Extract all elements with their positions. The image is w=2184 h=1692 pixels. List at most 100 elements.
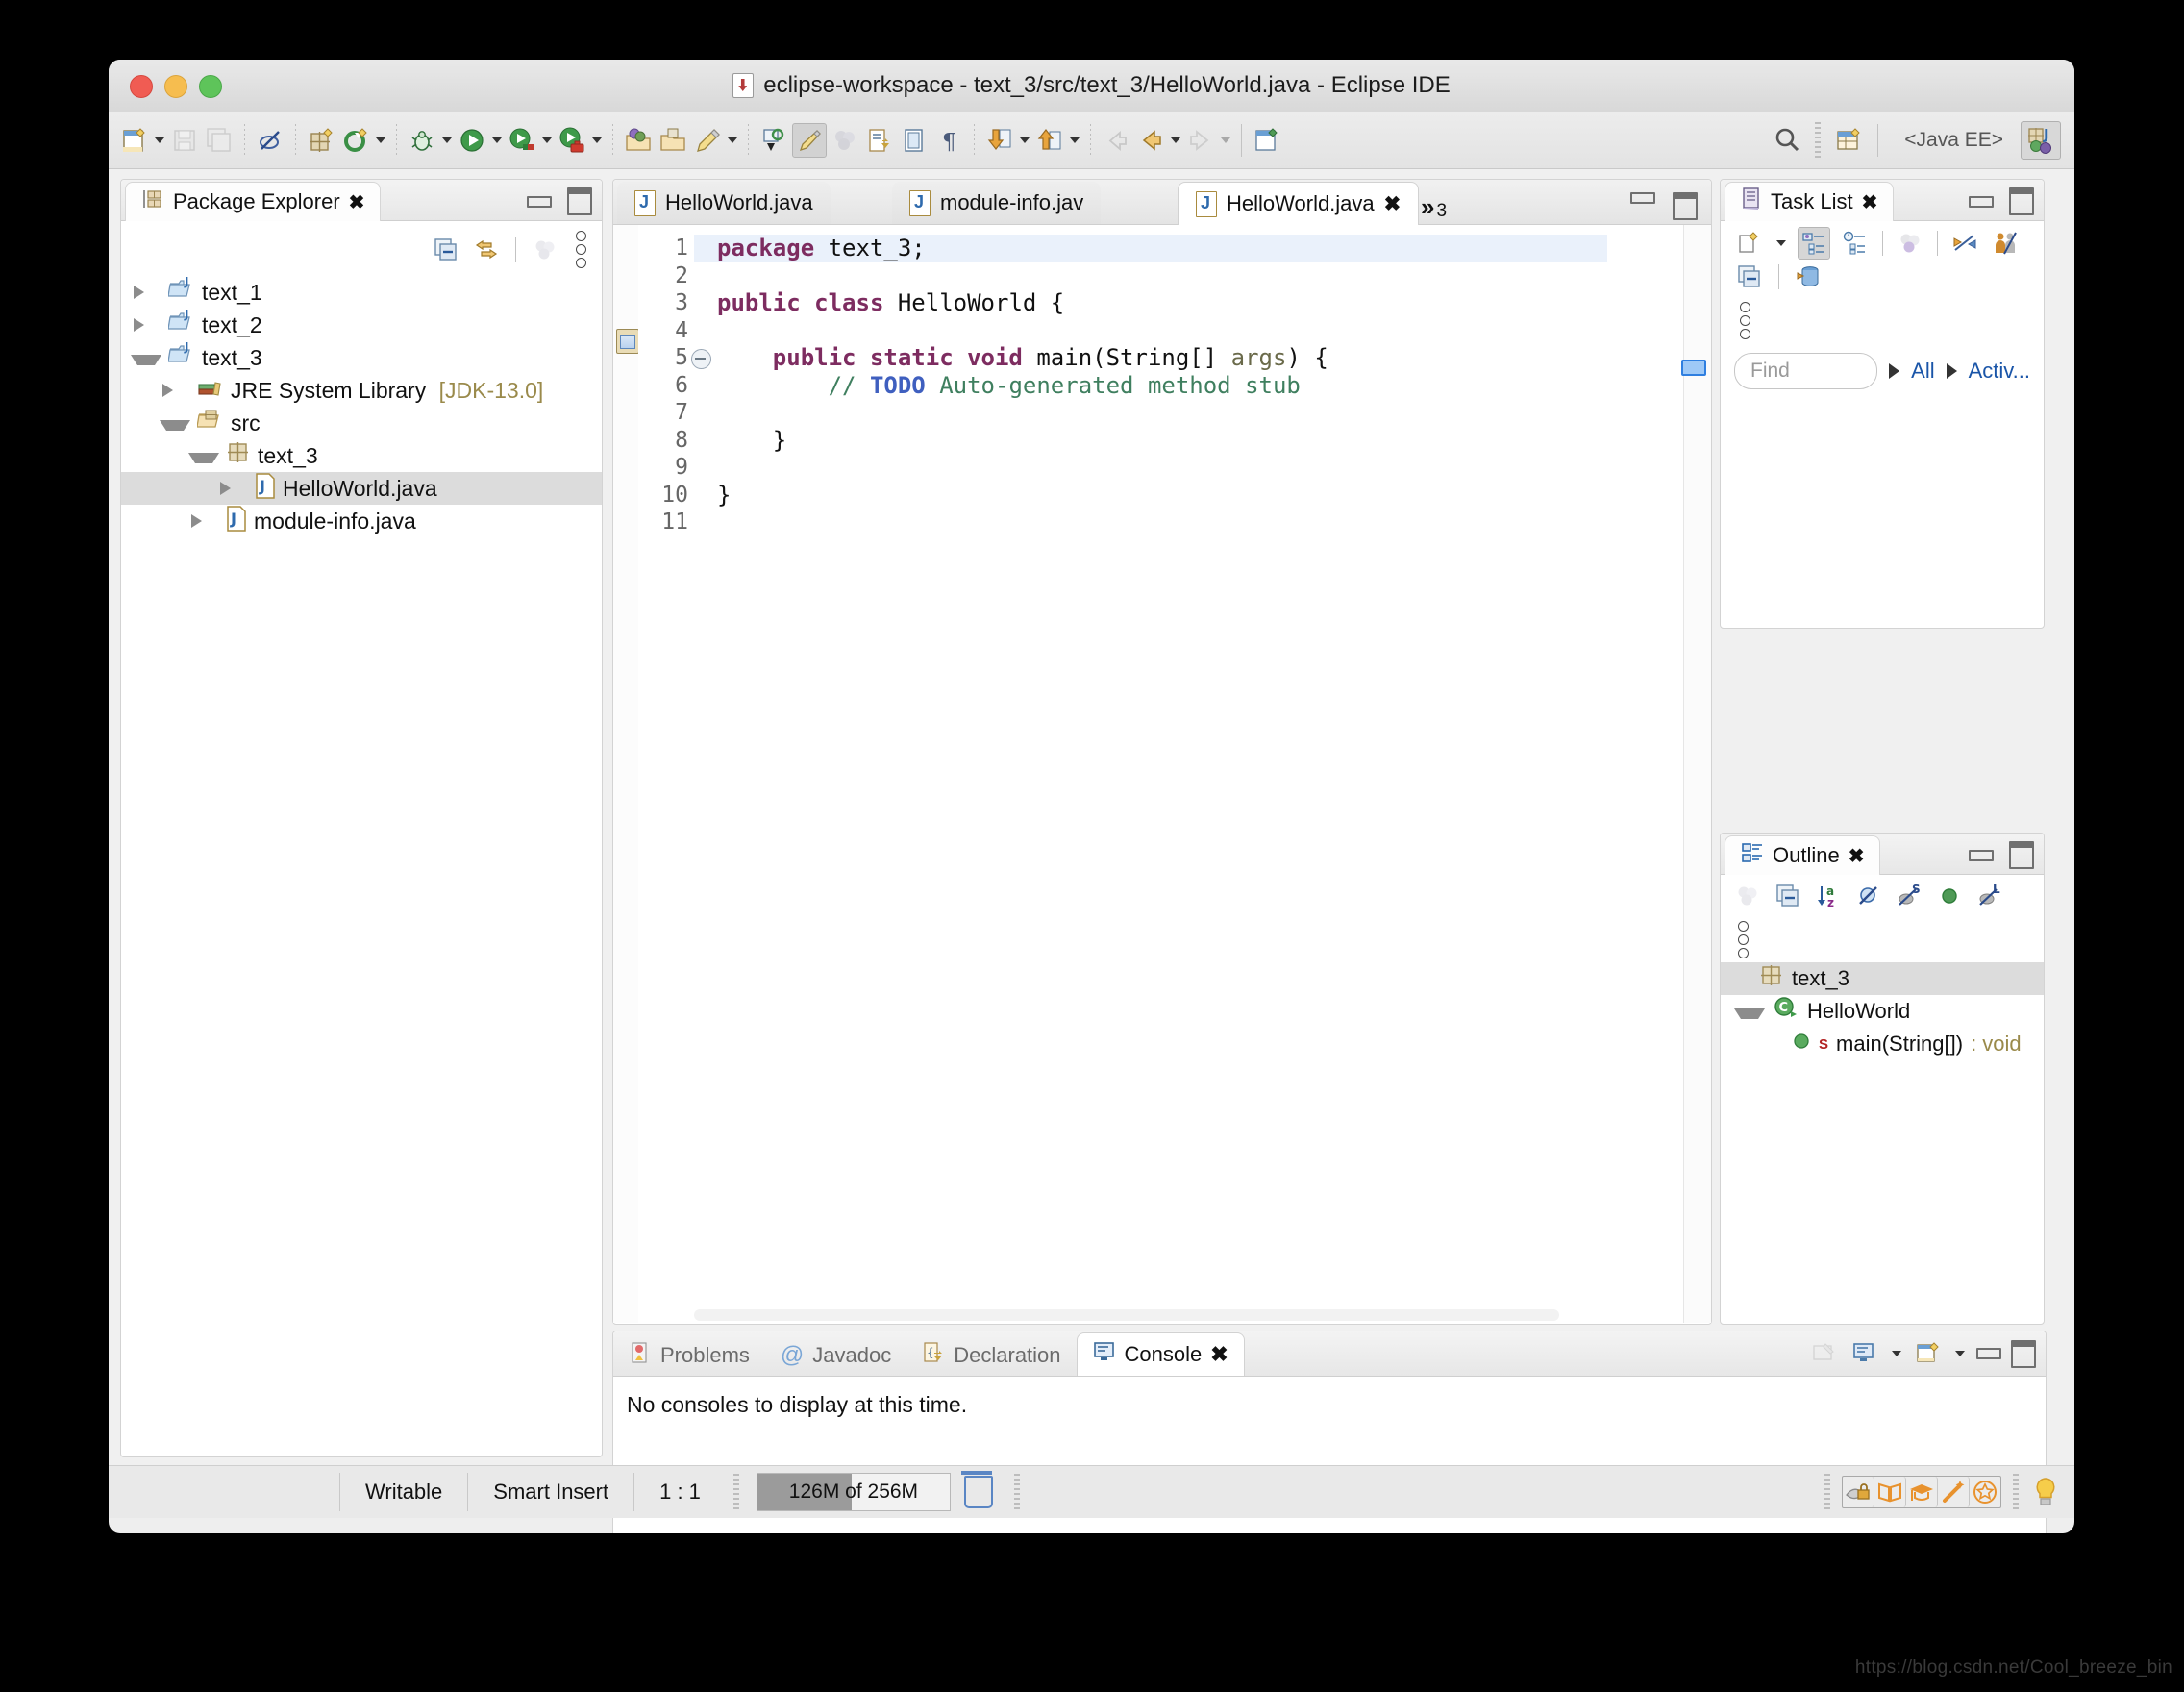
package-new-icon[interactable] [305, 124, 337, 157]
close-icon[interactable]: ✖ [1210, 1342, 1228, 1367]
code-content[interactable]: package text_3; public class HelloWorld … [717, 225, 1607, 1323]
run-external-dropdown[interactable] [374, 124, 387, 157]
outline-item-helloworld[interactable]: C HelloWorld [1721, 995, 2044, 1028]
overview-ruler[interactable] [1681, 225, 1711, 1323]
hide-static-icon[interactable]: S [1894, 881, 1924, 911]
status-drag-handle[interactable] [732, 1474, 739, 1510]
graduation-cap-icon[interactable] [1906, 1477, 1938, 1507]
back-dropdown[interactable] [1169, 124, 1182, 157]
find-input[interactable]: Find [1734, 353, 1878, 389]
pilcrow-icon[interactable]: ¶ [932, 124, 965, 157]
collapse-arrow-icon[interactable] [191, 514, 219, 528]
up-arrow-member-icon[interactable] [1033, 124, 1066, 157]
close-icon[interactable]: ✖ [1384, 192, 1402, 216]
minimize-icon[interactable] [1630, 192, 1655, 204]
expand-arrow-icon[interactable] [188, 452, 219, 463]
show-all-people-icon[interactable] [1990, 228, 2021, 259]
editor-tab-1[interactable]: module-info.jav [892, 182, 1102, 224]
collapse-all-icon[interactable] [1773, 881, 1803, 911]
tree-item-module-info-java[interactable]: Jmodule-info.java [121, 505, 602, 537]
annotation-prev-icon[interactable] [757, 124, 790, 157]
tree-item-text-3[interactable]: text_3 [121, 439, 602, 472]
close-icon[interactable]: ✖ [349, 190, 365, 214]
display-console-dropdown[interactable] [1890, 1337, 1903, 1370]
open-console-icon[interactable] [1913, 1338, 1944, 1369]
status-drag-handle[interactable] [1013, 1474, 1020, 1510]
new-editor-icon[interactable] [1251, 124, 1283, 157]
new-document-icon[interactable] [118, 124, 151, 157]
categorized-icon[interactable] [1798, 227, 1830, 260]
book-icon[interactable] [1874, 1477, 1906, 1507]
status-drag-handle[interactable] [2013, 1474, 2019, 1510]
tree-item-text-3[interactable]: Jtext_3 [121, 340, 602, 374]
tab-console[interactable]: Console ✖ [1076, 1332, 1245, 1376]
editor-horizontal-scrollbar[interactable] [694, 1309, 1559, 1321]
tab-task-list[interactable]: Task List ✖ [1725, 182, 1895, 221]
editor-tab-0[interactable]: HelloWorld.java [617, 182, 831, 224]
maximize-icon[interactable] [2011, 1339, 2036, 1368]
open-perspective-icon[interactable] [1832, 124, 1865, 157]
show-source-icon[interactable] [898, 124, 931, 157]
search-icon[interactable] [1771, 124, 1803, 157]
status-drag-handle[interactable] [1824, 1474, 1830, 1510]
open-declaration-icon[interactable] [863, 124, 896, 157]
toolbar-drag-handle[interactable] [1815, 122, 1822, 159]
new-document-dropdown[interactable] [153, 124, 166, 157]
overview-marker[interactable] [1681, 360, 1706, 376]
new-task-icon[interactable] [1734, 228, 1765, 259]
minimize-icon[interactable] [1969, 195, 1994, 208]
maximize-icon[interactable] [567, 187, 592, 215]
down-member-dropdown[interactable] [1018, 124, 1031, 157]
collapse-arrow-icon[interactable] [162, 384, 190, 397]
magic-wand-icon[interactable] [1938, 1477, 1970, 1507]
outline-item-text-3[interactable]: text_3 [1721, 962, 2044, 995]
run-toolbox-dropdown[interactable] [590, 124, 604, 157]
filter-all-link[interactable]: All [1911, 359, 1934, 384]
todo-task-marker-icon[interactable] [616, 329, 639, 354]
close-icon[interactable]: ✖ [1849, 844, 1865, 868]
collapse-arrow-icon[interactable] [134, 286, 161, 299]
java-ee-perspective-icon[interactable]: J [2021, 121, 2061, 160]
tree-item-src[interactable]: src [121, 407, 602, 439]
lightbulb-icon[interactable] [2030, 1477, 2061, 1507]
open-type-icon[interactable] [622, 124, 655, 157]
collapse-all-icon[interactable] [1734, 261, 1765, 292]
link-editor-icon[interactable] [471, 235, 502, 265]
collapse-arrow-icon[interactable] [220, 482, 248, 495]
tab-problems[interactable]: Problems [613, 1335, 765, 1376]
marker-ruler[interactable] [613, 225, 639, 1323]
tab-javadoc[interactable]: @ Javadoc [765, 1335, 906, 1376]
editor-tab-overflow[interactable]: » 3 [1407, 184, 1460, 222]
trash-icon[interactable] [960, 1471, 993, 1508]
editor-body[interactable]: 1 2 3 4 5 6 7 8 9 10 11 package text_3; public cla… [613, 225, 1711, 1323]
minimize-icon[interactable] [527, 195, 552, 208]
kebab-menu-icon[interactable] [570, 227, 592, 272]
tab-outline[interactable]: Outline ✖ [1725, 835, 1881, 875]
minimize-icon[interactable] [1976, 1348, 2001, 1359]
up-member-dropdown[interactable] [1068, 124, 1081, 157]
bug-dropdown[interactable] [440, 124, 454, 157]
editor-tab-2[interactable]: HelloWorld.java ✖ [1178, 182, 1420, 225]
collapse-arrow-icon[interactable] [134, 318, 161, 332]
down-arrow-member-icon[interactable] [983, 124, 1016, 157]
task-repository-icon[interactable] [1793, 261, 1824, 292]
filter-active-link[interactable]: Activ... [1969, 359, 2030, 384]
perspective-label[interactable]: <Java EE> [1891, 129, 2017, 152]
run-dropdown[interactable] [490, 124, 504, 157]
kebab-menu-icon[interactable] [1734, 298, 1756, 343]
run-toolbox-icon[interactable] [556, 124, 588, 157]
run-server-icon[interactable] [506, 124, 538, 157]
pencil-task-icon[interactable] [691, 124, 724, 157]
maximize-icon[interactable] [1673, 192, 1698, 220]
hide-nonpublic-icon[interactable] [1934, 881, 1965, 911]
hide-local-types-icon[interactable]: L [1974, 881, 2005, 911]
memory-bar[interactable]: 126M of 256M [756, 1473, 951, 1511]
heap-status[interactable]: 126M of 256M [756, 1471, 1006, 1511]
annotation-off-icon[interactable] [254, 124, 286, 157]
kebab-menu-icon[interactable] [1732, 917, 1754, 962]
expand-arrow-icon[interactable] [1734, 1008, 1765, 1019]
run-external-icon[interactable] [339, 124, 372, 157]
expand-arrow-icon[interactable] [160, 419, 190, 431]
star-icon[interactable] [1970, 1477, 2000, 1507]
synchronize-icon[interactable] [1949, 228, 1980, 259]
